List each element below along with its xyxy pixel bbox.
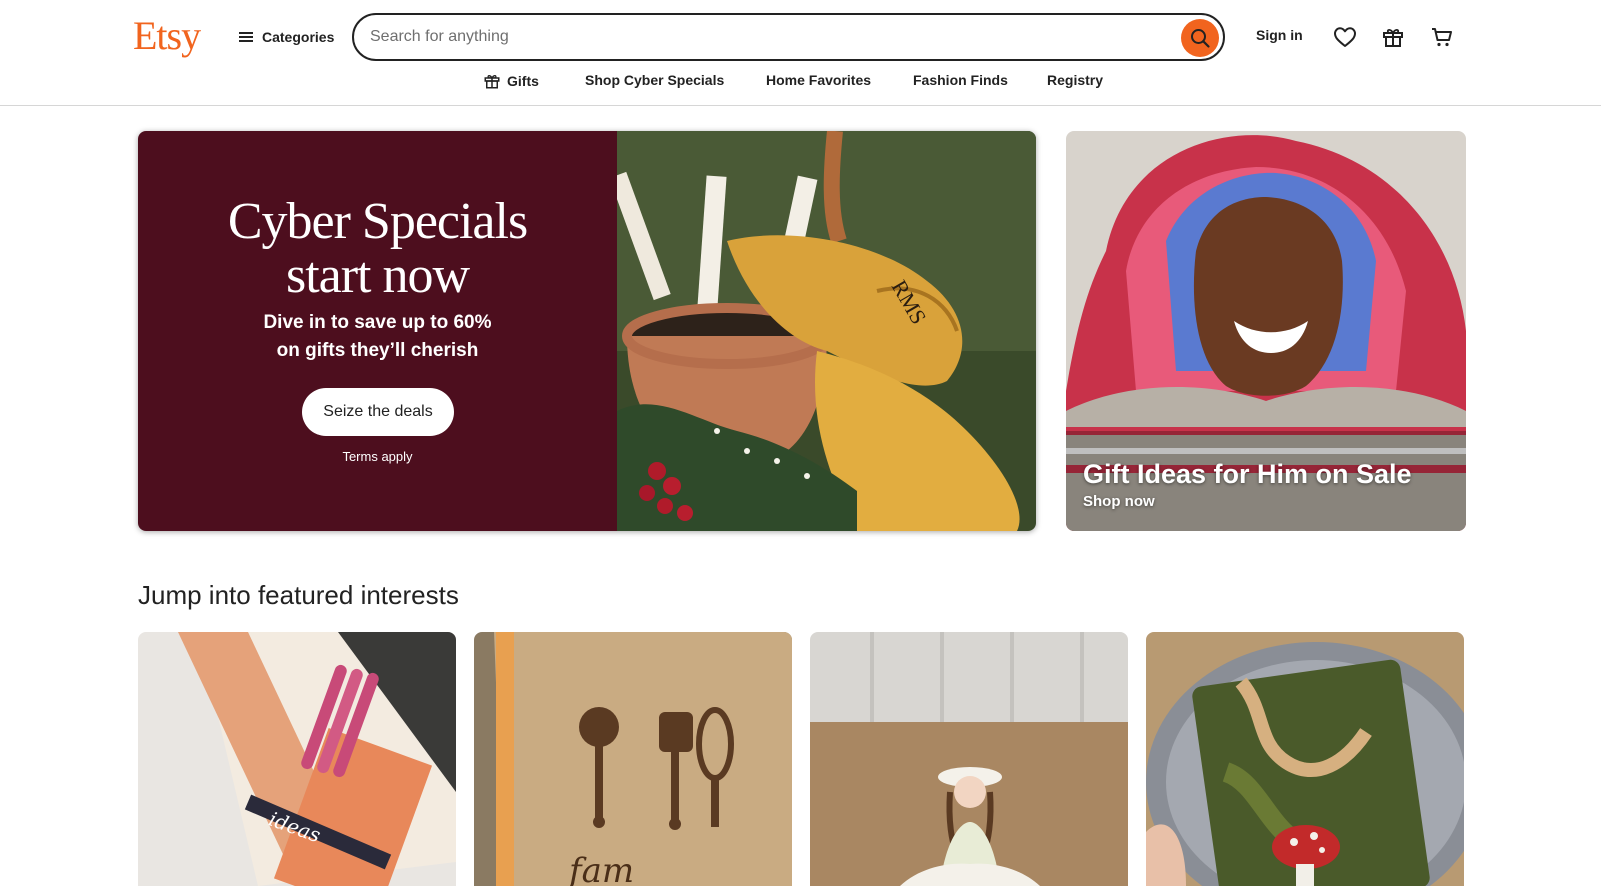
- gift-icon: [484, 74, 500, 89]
- promo-card-gift-ideas-for-him[interactable]: Gift Ideas for Him on Sale Shop now: [1066, 131, 1466, 531]
- hero-title-line: Cyber Specials: [227, 193, 528, 250]
- featured-card-kitchen-notebook[interactable]: fam: [474, 632, 792, 886]
- search-input[interactable]: [370, 24, 1150, 50]
- featured-card-stationery[interactable]: ideas: [138, 632, 456, 886]
- hero-title: Cyber Specials start now: [138, 195, 617, 303]
- nav-item-fashion-finds[interactable]: Fashion Finds: [913, 72, 1008, 88]
- hero-subtitle-line: on gifts they’ll cherish: [276, 340, 479, 361]
- nav-item-label: Gifts: [507, 73, 539, 89]
- hamburger-menu-icon: [239, 32, 253, 42]
- categories-label: Categories: [262, 29, 335, 45]
- hero-subtitle-line: Dive in to save up to 60%: [263, 312, 492, 333]
- cart-button[interactable]: [1429, 24, 1455, 50]
- cart-icon: [1432, 28, 1452, 47]
- search-bar: [352, 13, 1225, 61]
- seize-the-deals-button[interactable]: Seize the deals: [302, 388, 454, 436]
- doll-image: [810, 632, 1128, 886]
- hero-subtitle: Dive in to save up to 60% on gifts they’…: [138, 309, 617, 365]
- nav-item-registry[interactable]: Registry: [1047, 72, 1103, 88]
- primary-nav: Gifts Shop Cyber Specials Home Favorites…: [0, 72, 1601, 94]
- stationery-image: ideas: [138, 632, 456, 886]
- categories-button[interactable]: Categories: [238, 26, 334, 48]
- sign-in-button[interactable]: Sign in: [1256, 27, 1303, 43]
- terms-apply-link[interactable]: Terms apply: [138, 449, 617, 464]
- hero-banner: Cyber Specials start now Dive in to save…: [138, 131, 1036, 531]
- kitchen-notebook-image: fam: [474, 632, 792, 886]
- etsy-logo[interactable]: Etsy: [133, 12, 201, 59]
- promo-title: Gift Ideas for Him on Sale: [1083, 459, 1412, 489]
- gift-box-icon: [1383, 28, 1403, 47]
- nav-item-gifts[interactable]: Gifts: [483, 72, 539, 90]
- featured-card-doll[interactable]: [810, 632, 1128, 886]
- site-header: Etsy Categories Sign in: [0, 0, 1601, 106]
- featured-interests-heading: Jump into featured interests: [138, 580, 459, 610]
- svg-text:fam: fam: [566, 851, 634, 886]
- search-icon: [1191, 29, 1210, 48]
- nav-item-home-favorites[interactable]: Home Favorites: [766, 72, 871, 88]
- featured-card-mushroom-rug[interactable]: [1146, 632, 1464, 886]
- gift-mode-button[interactable]: [1380, 24, 1406, 50]
- search-button[interactable]: [1181, 19, 1219, 57]
- mushroom-rug-image: [1146, 632, 1464, 886]
- nav-item-shop-cyber-specials[interactable]: Shop Cyber Specials: [585, 72, 724, 88]
- shop-now-link[interactable]: Shop now: [1083, 493, 1155, 510]
- hero-text-panel: Cyber Specials start now Dive in to save…: [138, 131, 617, 531]
- hero-image-garden-gloves[interactable]: RMS: [617, 131, 1036, 531]
- hero-title-line: start now: [285, 247, 470, 304]
- heart-icon: [1334, 27, 1356, 47]
- favorites-button[interactable]: [1332, 24, 1358, 50]
